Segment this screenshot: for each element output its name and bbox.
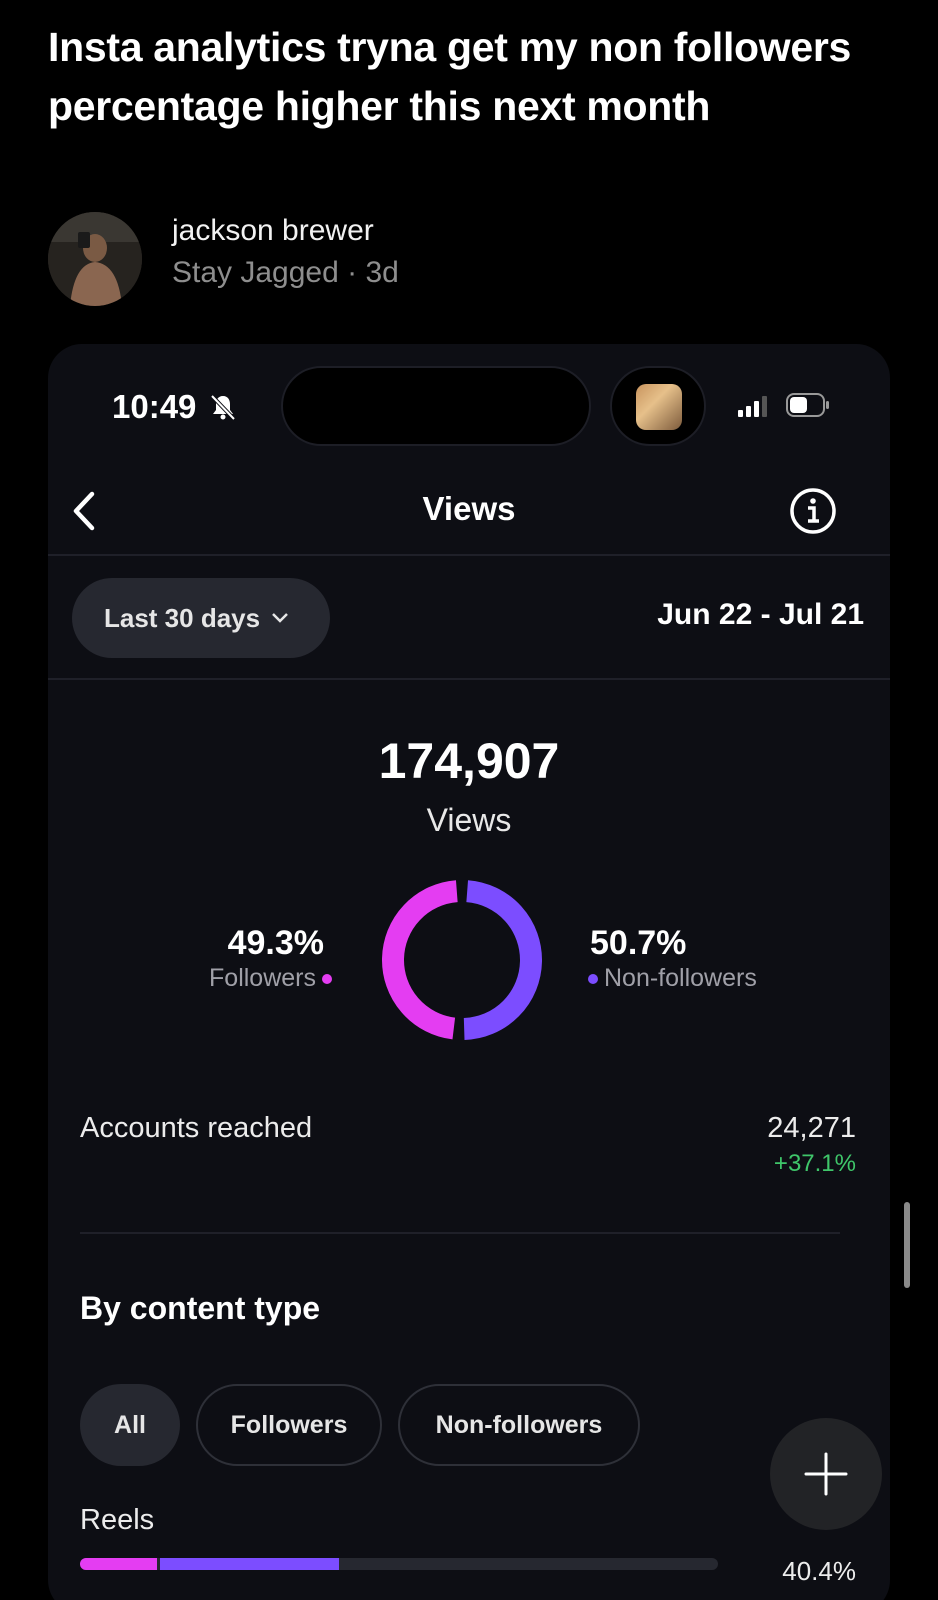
screenshot-card: 10:49 Views Last 30 days Jun 22 - Jul 21… xyxy=(48,344,890,1600)
status-time: 10:49 xyxy=(112,388,197,425)
accounts-reached-change: +37.1% xyxy=(773,1150,856,1177)
bell-muted-icon xyxy=(210,394,236,421)
avatar-image xyxy=(48,212,142,306)
accounts-reached-value: 24,271 xyxy=(767,1112,856,1144)
nonfollowers-legend: Non-followers xyxy=(588,964,757,993)
author-meta: Stay Jagged · 3d xyxy=(172,256,399,289)
avatar[interactable] xyxy=(48,212,142,306)
signal-icon xyxy=(738,396,767,417)
chip-all[interactable]: All xyxy=(80,1384,180,1466)
author-name[interactable]: jackson brewer xyxy=(172,214,374,248)
page-title: Views xyxy=(422,490,516,527)
donut-segment-followers xyxy=(382,880,458,1040)
author-row[interactable]: jackson brewer Stay Jagged · 3d xyxy=(48,210,648,306)
nonfollowers-dot xyxy=(588,973,598,984)
reels-bar-followers xyxy=(80,1558,157,1570)
dynamic-island-app xyxy=(610,366,706,446)
create-button[interactable] xyxy=(770,1418,882,1530)
total-views-label: Views xyxy=(426,802,512,838)
reels-bar xyxy=(80,1558,718,1570)
total-views-value: 174,907 xyxy=(378,733,560,789)
divider xyxy=(80,1232,840,1234)
reels-label: Reels xyxy=(80,1504,155,1536)
chip-nonfollowers[interactable]: Non-followers xyxy=(398,1384,640,1466)
info-icon[interactable] xyxy=(788,486,838,536)
reels-bar-nonfollowers xyxy=(160,1558,339,1570)
nav-bar: Views xyxy=(48,464,890,556)
plus-icon xyxy=(804,1452,848,1496)
chevron-down-icon xyxy=(272,613,288,623)
battery-icon xyxy=(786,393,829,417)
range-dropdown-label: Last 30 days xyxy=(104,602,261,633)
app-thumbnail xyxy=(636,384,682,430)
reels-percentage: 40.4% xyxy=(782,1556,856,1586)
section-title: By content type xyxy=(80,1290,321,1326)
nonfollowers-legend-label: Non-followers xyxy=(604,964,757,992)
range-dropdown[interactable]: Last 30 days xyxy=(72,578,330,658)
post-title: Insta analytics tryna get my non followe… xyxy=(48,24,852,129)
followers-legend-label: Followers xyxy=(209,964,316,992)
donut-segment-nonfollowers xyxy=(463,880,542,1040)
followers-legend: Followers xyxy=(209,964,332,993)
date-range: Jun 22 - Jul 21 xyxy=(657,598,864,631)
date-range-row: Last 30 days Jun 22 - Jul 21 xyxy=(48,556,890,680)
scrollbar[interactable] xyxy=(904,1202,910,1288)
views-donut-chart xyxy=(382,880,542,1040)
dynamic-island xyxy=(281,366,591,446)
nonfollowers-percentage: 50.7% xyxy=(590,924,687,962)
chip-followers[interactable]: Followers xyxy=(196,1384,382,1466)
followers-dot xyxy=(322,973,332,984)
followers-percentage: 49.3% xyxy=(227,924,324,962)
accounts-reached-label: Accounts reached xyxy=(80,1112,313,1144)
